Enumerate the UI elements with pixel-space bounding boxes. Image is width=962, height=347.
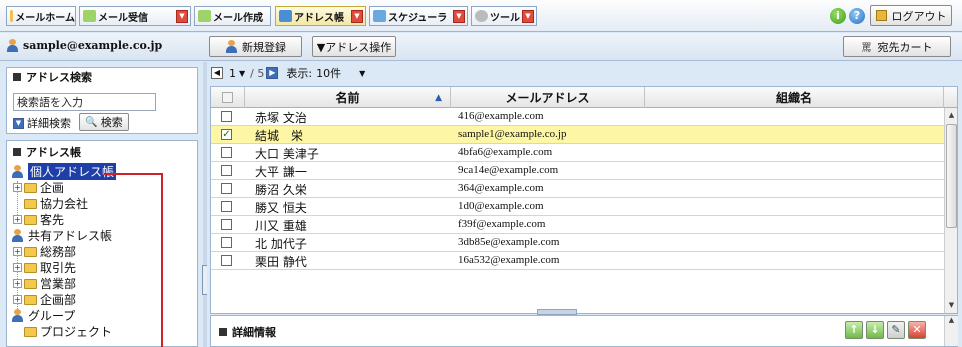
column-org-label: 組織名 xyxy=(775,91,812,105)
page-current[interactable]: 1 xyxy=(229,67,236,80)
column-email-label: メールアドレス xyxy=(505,91,590,105)
table-row[interactable]: ✓ 結城 栄 sample1@example.co.jp xyxy=(211,126,944,144)
row-email: sample1@example.co.jp xyxy=(458,128,567,140)
row-email: 1d0@example.com xyxy=(458,200,544,212)
row-email: 364@example.com xyxy=(458,182,544,194)
row-checkbox[interactable] xyxy=(221,165,232,176)
detail-scrollbar[interactable]: ▲ xyxy=(944,316,958,346)
table-row[interactable]: 大口 美津子 4bfa6@example.com xyxy=(211,144,944,162)
prev-page-icon[interactable]: ◀ xyxy=(211,67,223,79)
row-name: 川又 重雄 xyxy=(255,219,307,233)
row-checkbox[interactable] xyxy=(221,183,232,194)
scroll-thumb[interactable] xyxy=(946,124,957,228)
row-name: 勝又 恒夫 xyxy=(255,201,307,215)
next-page-icon[interactable]: ▶ xyxy=(266,67,279,79)
table-row[interactable]: 北 加代子 3db85e@example.com xyxy=(211,234,944,252)
per-page-select[interactable]: 10件 xyxy=(316,65,341,81)
table-row[interactable]: 赤塚 文治 416@example.com xyxy=(211,108,944,126)
row-name: 結城 栄 xyxy=(255,129,304,143)
display-label: 表示: xyxy=(286,67,313,80)
square-bullet-icon xyxy=(219,328,227,336)
row-name: 勝沼 久栄 xyxy=(255,183,307,197)
move-up-icon[interactable]: ↑ xyxy=(845,321,863,339)
row-checkbox[interactable] xyxy=(221,255,232,266)
table-row[interactable]: 大平 謙一 9ca14e@example.com xyxy=(211,162,944,180)
row-name: 北 加代子 xyxy=(255,237,307,251)
column-header-name[interactable]: 名前 ▲ xyxy=(245,87,451,108)
scroll-up-icon[interactable]: ▲ xyxy=(945,108,957,122)
page-total: / 5 xyxy=(250,66,265,80)
row-email: 9ca14e@example.com xyxy=(458,164,559,176)
row-checkbox[interactable] xyxy=(221,147,232,158)
delete-icon[interactable]: ✕ xyxy=(908,321,926,339)
row-checkbox[interactable]: ✓ xyxy=(221,129,232,140)
row-name: 赤塚 文治 xyxy=(255,111,307,125)
row-checkbox[interactable] xyxy=(221,111,232,122)
edit-user-icon[interactable]: ✎ xyxy=(887,321,905,339)
row-email: 4bfa6@example.com xyxy=(458,146,553,158)
table-row[interactable]: 勝沼 久栄 364@example.com xyxy=(211,180,944,198)
table-row[interactable]: 勝又 恒夫 1d0@example.com xyxy=(211,198,944,216)
row-email: 416@example.com xyxy=(458,110,544,122)
row-email: 16a532@example.com xyxy=(458,254,560,266)
column-header-organization[interactable]: 組織名 xyxy=(645,87,944,108)
column-header-email[interactable]: メールアドレス xyxy=(451,87,645,108)
select-all-checkbox[interactable] xyxy=(211,87,245,108)
table-row[interactable]: 栗田 静代 16a532@example.com xyxy=(211,252,944,270)
right-panel: ◀ 1 ▼ / 5 ▶ 表示: 10件 ▼ 名前 ▲ メールアドレス 組織名 赤… xyxy=(207,62,962,347)
row-checkbox[interactable] xyxy=(221,219,232,230)
vertical-scrollbar[interactable]: ▲ ▼ xyxy=(944,108,957,313)
row-checkbox[interactable] xyxy=(221,237,232,248)
row-email: 3db85e@example.com xyxy=(458,236,560,248)
chevron-down-icon[interactable]: ▼ xyxy=(359,69,365,78)
table-header: 名前 ▲ メールアドレス 組織名 xyxy=(211,87,957,108)
address-table: 名前 ▲ メールアドレス 組織名 赤塚 文治 416@example.com ✓… xyxy=(210,86,958,314)
detail-heading: 詳細情報 xyxy=(219,324,276,340)
row-name: 大口 美津子 xyxy=(255,147,319,161)
app-window: メールホーム メール受信 ▼ メール作成 アドレス帳 ▼ スケジューラ ▼ ツー… xyxy=(0,0,962,347)
scroll-down-icon[interactable]: ▼ xyxy=(945,298,957,312)
column-name-label: 名前 xyxy=(335,91,360,105)
detail-title: 詳細情報 xyxy=(232,326,276,339)
row-name: 大平 謙一 xyxy=(255,165,307,179)
pagination-bar: ◀ 1 ▼ / 5 ▶ 表示: 10件 ▼ xyxy=(207,62,962,84)
sort-ascending-icon: ▲ xyxy=(435,92,442,103)
detail-panel: 詳細情報 ↑ ↓ ✎ ✕ ▲ xyxy=(210,315,958,347)
move-down-icon[interactable]: ↓ xyxy=(866,321,884,339)
chevron-down-icon[interactable]: ▼ xyxy=(239,69,245,78)
row-checkbox[interactable] xyxy=(221,201,232,212)
row-email: f39f@example.com xyxy=(458,218,546,230)
row-name: 栗田 静代 xyxy=(255,255,307,269)
table-row[interactable]: 川又 重雄 f39f@example.com xyxy=(211,216,944,234)
